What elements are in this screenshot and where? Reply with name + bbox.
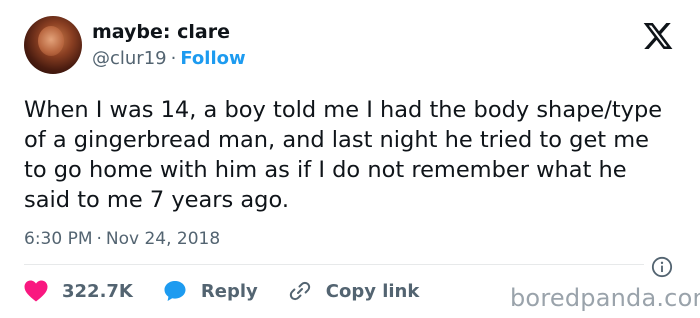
- reply-label: Reply: [200, 280, 258, 302]
- timestamp[interactable]: 6:30 PM · Nov 24, 2018: [24, 229, 220, 249]
- handle[interactable]: @clur19: [92, 48, 167, 69]
- follow-button[interactable]: Follow: [180, 48, 245, 69]
- tweet-date: Nov 24, 2018: [105, 229, 221, 249]
- reply-button[interactable]: Reply: [163, 279, 258, 303]
- info-icon[interactable]: [651, 256, 673, 278]
- separator-dot: ·: [170, 48, 177, 69]
- copy-link-label: Copy link: [325, 280, 420, 302]
- action-bar: 322.7K Reply Copy link: [24, 278, 449, 304]
- like-count: 322.7K: [62, 280, 133, 302]
- copy-link-button[interactable]: Copy link: [288, 279, 420, 303]
- x-logo-icon[interactable]: [641, 20, 675, 52]
- divider: [24, 264, 644, 265]
- speech-bubble-icon: [164, 281, 186, 301]
- tweet-text: When I was 14, a boy told me I had the b…: [24, 97, 663, 213]
- separator-dot: ·: [96, 229, 102, 249]
- like-button[interactable]: 322.7K: [24, 280, 133, 302]
- link-icon: [289, 281, 310, 301]
- avatar[interactable]: [24, 16, 82, 74]
- tweet-time: 6:30 PM: [24, 229, 93, 249]
- handle-row: @clur19 · Follow: [92, 48, 246, 69]
- display-name[interactable]: maybe: clare: [92, 21, 230, 43]
- watermark: boredpanda.com: [510, 284, 700, 312]
- tweet-card: maybe: clare @clur19 · Follow When I was 1…: [0, 0, 700, 318]
- heart-icon: [24, 280, 48, 302]
